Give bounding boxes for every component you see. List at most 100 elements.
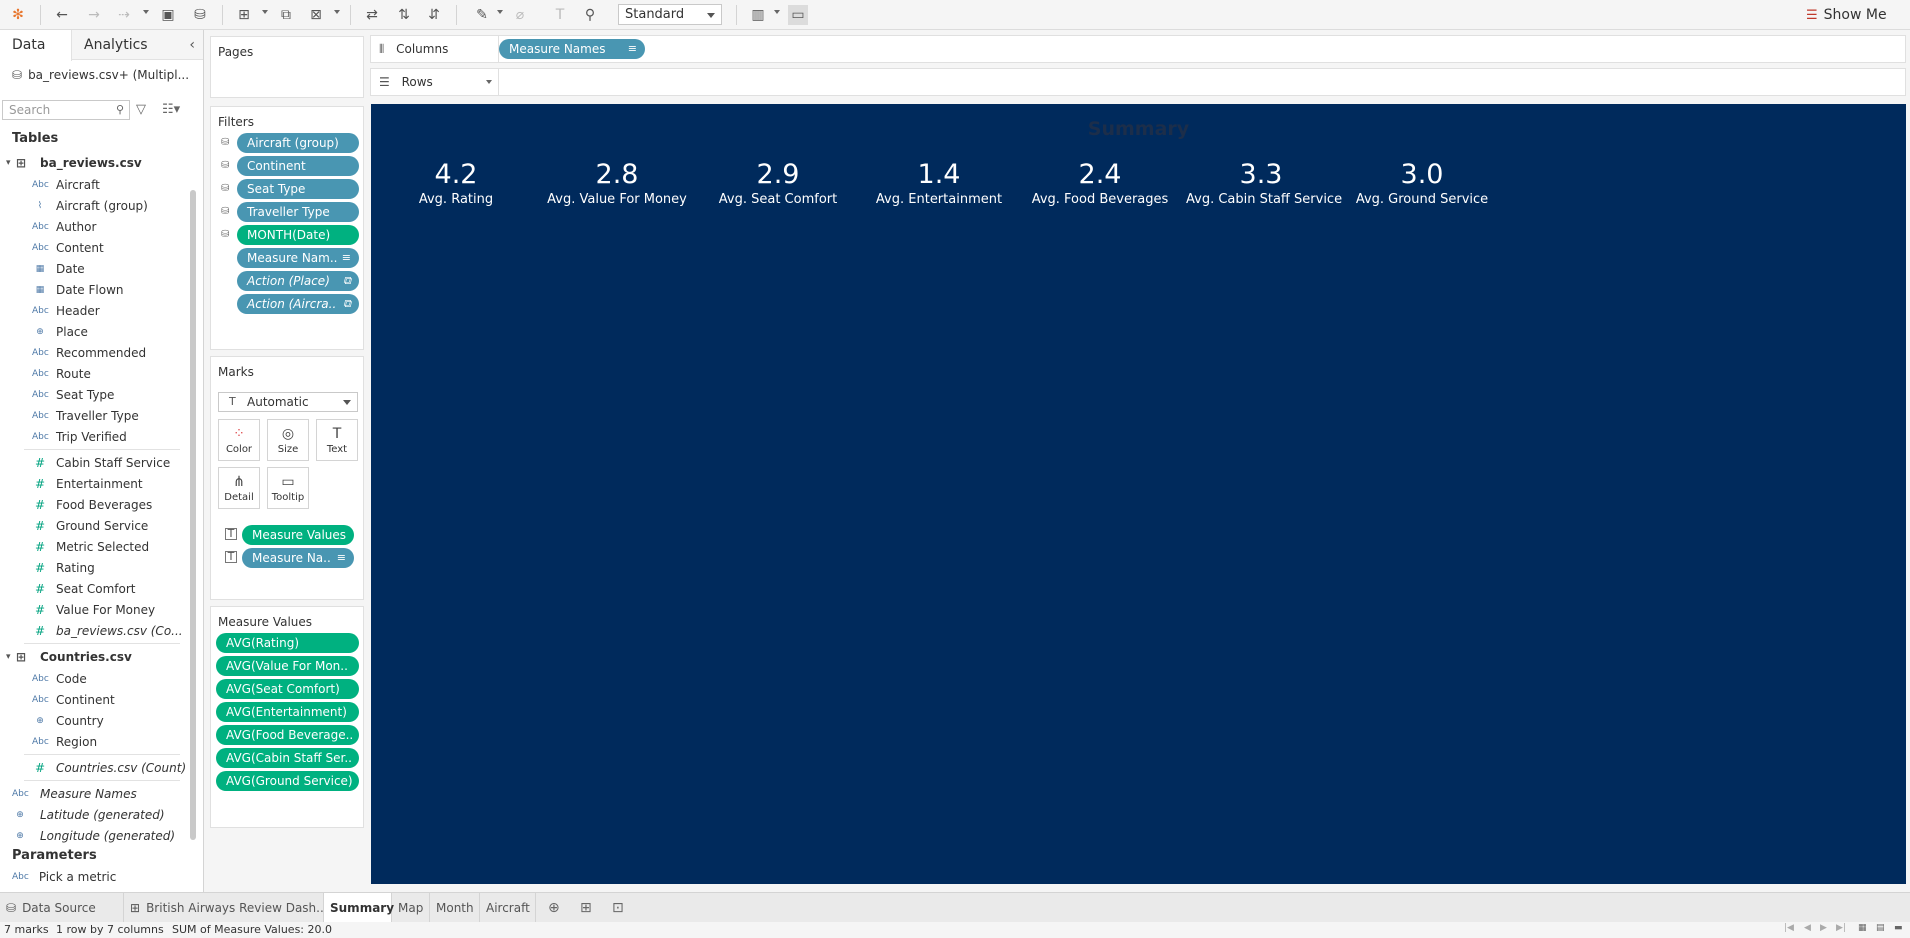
show-mark-labels-icon[interactable]: T [550, 5, 570, 25]
rows-shelf[interactable]: ☰ Rows [370, 68, 1906, 96]
kpi-card[interactable]: 2.4 Avg. Food Beverages [1025, 158, 1175, 207]
field-item[interactable]: Abc Route [0, 363, 190, 384]
measure-value-pill[interactable]: AVG(Rating) [216, 633, 359, 653]
field-item[interactable]: Abc Recommended [0, 342, 190, 363]
clear-sheet-icon[interactable]: ⊠ [306, 5, 326, 25]
undo-icon[interactable]: ← [52, 5, 72, 25]
tab-map[interactable]: Map [392, 893, 430, 923]
field-item[interactable]: Abc Region [0, 731, 190, 752]
tab-data-source[interactable]: ⛁ Data Source [0, 893, 124, 923]
field-item[interactable]: # ba_reviews.csv (Co... [0, 620, 190, 641]
replay-dropdown-caret[interactable] [143, 10, 149, 14]
new-dashboard-tab-icon[interactable]: ⊞ [580, 900, 592, 916]
marks-pill-measure-values[interactable]: Measure Values [242, 525, 354, 545]
fix-axes-icon[interactable]: ⚲ [580, 5, 600, 25]
next-sheet-icon[interactable]: ▶ [1820, 923, 1827, 933]
show-me-button[interactable]: ☰ Show Me [1806, 5, 1887, 25]
tab-month[interactable]: Month [430, 893, 480, 923]
search-input[interactable]: Search ⚲ [2, 100, 130, 120]
filter-pill[interactable]: Measure Nam.. ≡ [237, 248, 359, 268]
table-header[interactable]: ▾ ⊞ Countries.csv [0, 646, 190, 668]
table-header[interactable]: ▾ ⊞ ba_reviews.csv [0, 152, 190, 174]
field-item[interactable]: # Ground Service [0, 515, 190, 536]
clear-sheet-caret[interactable] [334, 10, 340, 14]
filter-pill[interactable]: Traveller Type [237, 202, 359, 222]
measure-value-pill[interactable]: AVG(Value For Mon.. [216, 656, 359, 676]
mark-type-select[interactable]: T Automatic [218, 392, 358, 412]
kpi-card[interactable]: 2.9 Avg. Seat Comfort [703, 158, 853, 207]
measure-value-pill[interactable]: AVG(Cabin Staff Ser.. [216, 748, 359, 768]
field-item[interactable]: Abc Seat Type [0, 384, 190, 405]
field-item[interactable]: # Metric Selected [0, 536, 190, 557]
tab-analytics[interactable]: Analytics [72, 30, 160, 60]
measure-value-pill[interactable]: AVG(Ground Service) [216, 771, 359, 791]
duplicate-sheet-icon[interactable]: ⧉ [276, 5, 296, 25]
parameter-pick-a-metric[interactable]: Abc Pick a metric [12, 870, 116, 884]
expand-arrow-icon[interactable]: ▾ [6, 158, 11, 168]
columns-shelf[interactable]: ⦀ Columns Measure Names ≡ [370, 35, 1906, 63]
swap-rows-columns-icon[interactable]: ⇄ [362, 5, 382, 25]
show-sheet-sorter-icon[interactable]: ▦ [1858, 923, 1867, 933]
kpi-card[interactable]: 4.2 Avg. Rating [381, 158, 531, 207]
tab-summary[interactable]: Summary [324, 893, 394, 924]
new-worksheet-tab-icon[interactable]: ⊕ [548, 900, 560, 916]
filter-pill[interactable]: Aircraft (group) [237, 133, 359, 153]
field-item[interactable]: Abc Code [0, 668, 190, 689]
filter-pill[interactable]: Seat Type [237, 179, 359, 199]
replay-icon[interactable]: ⇢ [114, 5, 134, 25]
pages-card[interactable]: Pages [210, 36, 364, 98]
sort-ascending-icon[interactable]: ⇅ [394, 5, 414, 25]
new-worksheet-icon[interactable]: ⊞ [234, 5, 254, 25]
field-item[interactable]: Abc Trip Verified [0, 426, 190, 447]
field-item[interactable]: # Rating [0, 557, 190, 578]
measure-value-pill[interactable]: AVG(Seat Comfort) [216, 679, 359, 699]
marks-pill-measure-names[interactable]: Measure Na.. ≡ [242, 548, 354, 568]
tab-data[interactable]: Data [0, 30, 72, 61]
expand-arrow-icon[interactable]: ▾ [6, 652, 11, 662]
redo-icon[interactable]: → [84, 5, 104, 25]
filter-pill[interactable]: MONTH(Date) [237, 225, 359, 245]
save-icon[interactable]: ▣ [158, 5, 178, 25]
sort-descending-icon[interactable]: ⇵ [424, 5, 444, 25]
show-filmstrip-icon[interactable]: ▤ [1876, 923, 1885, 933]
collapse-pane-icon[interactable]: ‹ [189, 37, 195, 53]
show-cards-icon[interactable]: ▥ [748, 5, 768, 25]
kpi-card[interactable]: 1.4 Avg. Entertainment [864, 158, 1014, 207]
field-item[interactable]: Abc Author [0, 216, 190, 237]
field-item[interactable]: Abc Continent [0, 689, 190, 710]
field-item[interactable]: Abc Aircraft [0, 174, 190, 195]
new-story-tab-icon[interactable]: ⊡ [612, 900, 624, 916]
text-button[interactable]: T Text [316, 419, 358, 461]
field-item[interactable]: ▦ Date Flown [0, 279, 190, 300]
kpi-card[interactable]: 2.8 Avg. Value For Money [542, 158, 692, 207]
color-button[interactable]: ⁘ Color [218, 419, 260, 461]
tab-aircraft[interactable]: Aircraft [480, 893, 536, 923]
datasource-item[interactable]: ⛁ ba_reviews.csv+ (Multipl... [12, 68, 189, 82]
field-item[interactable]: # Food Beverages [0, 494, 190, 515]
fit-view-select[interactable]: Standard [618, 4, 722, 25]
show-tabs-icon[interactable]: ▬ [1894, 923, 1903, 933]
field-item[interactable]: # Seat Comfort [0, 578, 190, 599]
tableau-logo-icon[interactable]: ✻ [8, 5, 28, 25]
field-item[interactable]: ⊕ Longitude (generated) [0, 825, 190, 846]
field-item[interactable]: ⊕ Place [0, 321, 190, 342]
first-sheet-icon[interactable]: |◀ [1784, 923, 1794, 933]
field-item[interactable]: Abc Content [0, 237, 190, 258]
field-item[interactable]: Abc Traveller Type [0, 405, 190, 426]
filters-card[interactable]: Filters ⛁ Aircraft (group) ⛁ Continent ⛁ Seat… [210, 106, 364, 350]
view-options-icon[interactable]: ☷▾ [162, 102, 180, 117]
measure-value-pill[interactable]: AVG(Food Beverage.. [216, 725, 359, 745]
field-item[interactable]: ▦ Date [0, 258, 190, 279]
field-item[interactable]: ⊕ Latitude (generated) [0, 804, 190, 825]
field-item[interactable]: # Value For Money [0, 599, 190, 620]
size-button[interactable]: ◎ Size [267, 419, 309, 461]
viz-canvas[interactable]: Summary 4.2 Avg. Rating 2.8 Avg. Value For … [371, 104, 1906, 884]
highlight-caret[interactable] [497, 10, 503, 14]
tooltip-button[interactable]: ▭ Tooltip [267, 467, 309, 509]
columns-pill-measure-names[interactable]: Measure Names ≡ [499, 39, 645, 59]
group-members-icon[interactable]: ⌀ [510, 5, 530, 25]
field-item[interactable]: # Cabin Staff Service [0, 452, 190, 473]
data-pane-scrollbar[interactable] [190, 190, 196, 840]
field-item[interactable]: # Entertainment [0, 473, 190, 494]
filter-pill[interactable]: Continent [237, 156, 359, 176]
